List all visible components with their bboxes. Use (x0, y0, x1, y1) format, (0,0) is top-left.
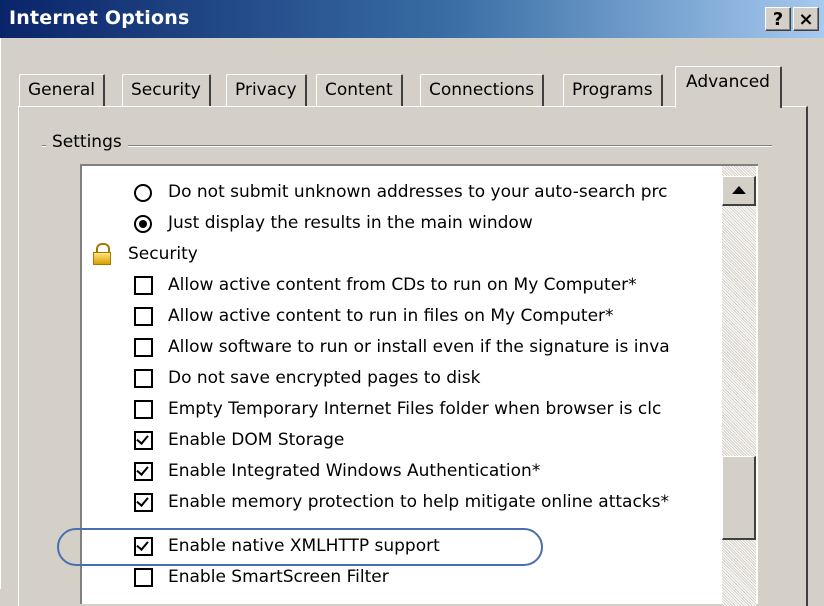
checkbox-row-invalid-signature[interactable]: Allow software to run or install even if… (82, 333, 722, 361)
setting-label: Allow active content to run in files on … (168, 306, 614, 326)
radio-button[interactable] (134, 184, 152, 202)
settings-group-divider (42, 145, 772, 147)
radio-button[interactable] (134, 215, 152, 233)
checkbox-row-dom-storage[interactable]: Enable DOM Storage (82, 426, 722, 454)
tab-programs[interactable]: Programs (563, 74, 663, 106)
checkbox-row-files-active-content[interactable]: Allow active content to run in files on … (82, 302, 722, 330)
setting-label: Allow software to run or install even if… (168, 337, 670, 357)
checkbox[interactable] (134, 276, 153, 295)
vertical-scrollbar[interactable] (722, 166, 756, 606)
setting-label: Allow active content from CDs to run on … (168, 275, 637, 295)
tab-connections[interactable]: Connections (420, 74, 545, 106)
radio-row-just-display[interactable]: Just display the results in the main win… (82, 209, 722, 237)
scroll-up-arrow-icon[interactable] (722, 176, 756, 206)
checkbox-row-empty-temp-files[interactable]: Empty Temporary Internet Files folder wh… (82, 395, 722, 423)
checkbox[interactable] (134, 307, 153, 326)
setting-label: Do not save encrypted pages to disk (168, 368, 481, 388)
window-title: Internet Options (9, 7, 190, 29)
settings-group-label: Settings (46, 132, 128, 152)
setting-label: Do not submit unknown addresses to your … (168, 182, 668, 202)
category-security: Security (82, 240, 722, 268)
tab-advanced[interactable]: Advanced (675, 66, 782, 108)
help-button[interactable]: ? (765, 7, 791, 31)
checkbox-row-smartscreen[interactable]: Enable SmartScreen Filter (82, 563, 722, 591)
checkbox-row-no-save-encrypted[interactable]: Do not save encrypted pages to disk (82, 364, 722, 392)
checkbox[interactable] (134, 431, 153, 450)
setting-label: Enable memory protection to help mitigat… (168, 492, 669, 512)
setting-label: Enable Integrated Windows Authentication… (168, 461, 541, 481)
title-bar[interactable]: Internet Options ? × (0, 0, 824, 38)
lock-icon (91, 243, 113, 265)
setting-label: Empty Temporary Internet Files folder wh… (168, 399, 662, 419)
checkbox-row-windows-auth[interactable]: Enable Integrated Windows Authentication… (82, 457, 722, 485)
tab-security[interactable]: Security (122, 74, 211, 106)
highlight-outline (57, 528, 543, 566)
checkbox[interactable] (134, 493, 153, 512)
close-button[interactable]: × (793, 7, 819, 31)
checkbox[interactable] (134, 400, 153, 419)
setting-label: Enable DOM Storage (168, 430, 345, 450)
tab-content[interactable]: Content (316, 74, 403, 106)
checkbox-row-memory-protection[interactable]: Enable memory protection to help mitigat… (82, 488, 722, 516)
setting-label: Enable SmartScreen Filter (168, 567, 389, 587)
setting-label: Just display the results in the main win… (168, 213, 533, 233)
checkbox[interactable] (134, 568, 153, 587)
tab-privacy[interactable]: Privacy (226, 74, 307, 106)
tab-general[interactable]: General (19, 74, 105, 106)
checkbox[interactable] (134, 338, 153, 357)
checkbox[interactable] (134, 462, 153, 481)
category-label: Security (128, 244, 198, 264)
checkbox-row-cds-active-content[interactable]: Allow active content from CDs to run on … (82, 271, 722, 299)
scrollbar-thumb[interactable] (722, 456, 756, 540)
checkbox[interactable] (134, 369, 153, 388)
radio-row-no-submit-unknown[interactable]: Do not submit unknown addresses to your … (82, 178, 722, 206)
